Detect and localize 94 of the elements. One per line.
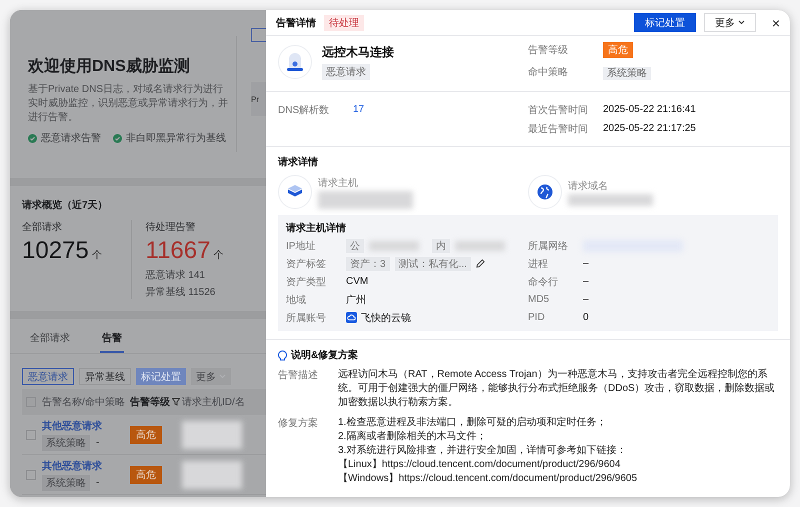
check-circle-icon (113, 134, 122, 142)
fix-step: 3.对系统进行风险排查，并进行安全加固，详情可参考如下链接： (338, 444, 778, 458)
field-value: – (583, 294, 590, 305)
tab[interactable]: 全部请求 (28, 327, 72, 353)
status-tag: 待处理 (324, 14, 364, 30)
partial-text: Pr (251, 94, 259, 104)
stat-unit: 个 (92, 249, 102, 262)
field-value: – (583, 276, 590, 287)
section-title: 请求详情 (278, 155, 319, 169)
ip-type-tag: 内 (432, 238, 450, 252)
welcome-description: 基于Private DNS日志，对域名请求行为进行实时威胁监控，识别恶意或异常请求行为，并进行告警。 (28, 83, 228, 125)
policy-tag: 系统策略 (603, 67, 651, 80)
field-label: 首次告警时间 (528, 104, 589, 116)
field-label: IP地址 (286, 240, 316, 252)
field-label: 资产类型 (286, 276, 327, 288)
close-button[interactable]: × (764, 16, 780, 30)
checkbox[interactable] (26, 430, 36, 440)
alert-name: 远控木马连接 (322, 44, 394, 60)
stat-unit: 个 (213, 249, 224, 262)
drawer-title: 告警详情 (276, 16, 316, 30)
redacted-block (455, 240, 505, 250)
siren-icon (287, 52, 303, 72)
redacted-block (369, 240, 419, 250)
stat-value: 11667 (146, 237, 210, 265)
alert-link[interactable]: 其他恶意请求 (42, 418, 130, 432)
field-value: 2025-05-22 21:16:41 (603, 104, 697, 115)
overview-title: 请求概览（近7天） (22, 198, 109, 212)
fix-step: 【Linux】https://cloud.tencent.com/document/product/296/9604 (338, 458, 778, 472)
field-label: PID (528, 312, 546, 323)
fix-step: 2.隔离或者删除相关的木马文件； (338, 430, 778, 444)
stat-breakdown: 异常基线 11526 (146, 286, 216, 299)
more-dropdown[interactable]: 更多 (704, 13, 756, 32)
pencil-icon[interactable] (476, 259, 485, 268)
field-label: 所属账号 (286, 312, 327, 324)
field-label: 所属网络 (528, 240, 569, 252)
field-value: 广州 (346, 294, 367, 306)
field-label: 请求主机 (318, 176, 358, 190)
field-label: 告警等级 (528, 44, 569, 57)
alert-description: 远程访问木马（RAT，Remote Access Trojan）为一种恶意木马，支持攻击者完全远程控制您的系统。可用于创建强大的僵尸网络，能够执行分布式拒绝服务（DDoS）攻击，窃取数据，删除数据或加密数据以执行勒索方案。 (338, 368, 776, 410)
stat-breakdown: 恶意请求 141 (146, 268, 206, 282)
alert-type-tag: 恶意请求 (322, 64, 370, 80)
checkbox[interactable] (26, 470, 36, 480)
panel-title: 请求主机详情 (286, 221, 347, 235)
tab[interactable]: 告警 (100, 327, 124, 353)
dns-count-link[interactable]: 17 (353, 104, 528, 115)
field-label: DNS解析数 (278, 104, 330, 116)
field-label: 请求域名 (568, 180, 608, 192)
field-value: 0 (583, 312, 590, 323)
column-header: 告警等级 (130, 395, 182, 409)
filter-button[interactable]: 异常基线 (79, 368, 131, 385)
field-label: 地域 (286, 294, 307, 306)
redacted-block (182, 420, 242, 448)
severity-tag: 高危 (130, 466, 162, 484)
redacted-block (182, 460, 242, 488)
caret-icon (738, 20, 745, 25)
column-header: 告警名称/命中策略 (42, 396, 126, 409)
check-circle-icon (28, 134, 37, 142)
field-label: MD5 (528, 294, 550, 305)
field-label: 命令行 (528, 276, 559, 288)
field-label: 命中策略 (528, 66, 569, 79)
stat-label: 待处理告警 (146, 220, 196, 234)
stat-value: 10275 (22, 237, 89, 265)
mark-button[interactable]: 标记处置 (634, 13, 696, 32)
asset-tag: 测试：私有化... (394, 256, 471, 270)
ip-type-tag: 公 (346, 238, 364, 252)
filter-button[interactable]: 恶意请求 (22, 368, 74, 385)
severity-tag: 高危 (603, 42, 633, 58)
alert-link[interactable]: 其他恶意请求 (42, 458, 130, 472)
field-label: 最近告警时间 (528, 122, 589, 136)
filter-icon[interactable] (172, 398, 180, 406)
asset-tag: 资产：3 (346, 256, 390, 270)
feature-label: 非白即黑异常行为基线 (126, 132, 226, 145)
fix-step: 1.检查恶意进程及非法端口，删除可疑的启动项和定时任务； (338, 416, 778, 430)
lightbulb-icon (278, 350, 287, 360)
account-name: 飞快的云镜 (361, 312, 411, 324)
field-value: – (583, 258, 590, 269)
field-value: CVM (346, 276, 370, 287)
welcome-title: 欢迎使用DNS威胁监测 (28, 56, 191, 77)
policy-tag: 系统策略 (42, 474, 90, 490)
cloud-icon (346, 312, 357, 323)
field-value: 2025-05-22 21:17:25 (603, 123, 697, 134)
fix-step: 【Windows】https://cloud.tencent.com/document/product/296/9605 (338, 472, 778, 486)
feature-label: 恶意请求告警 (41, 132, 101, 145)
policy-tag: 系统策略 (42, 434, 90, 450)
field-label: 进程 (528, 258, 549, 270)
field-label: 修复方案 (278, 416, 319, 430)
section-title: 说明&修复方案 (291, 348, 358, 362)
field-label: 告警描述 (278, 368, 319, 382)
severity-tag: 高危 (130, 426, 162, 444)
table-cell: - (96, 477, 100, 488)
field-label: 资产标签 (286, 258, 327, 270)
stat-label: 全部请求 (22, 220, 63, 234)
table-cell: - (96, 437, 100, 448)
column-header: 请求主机ID/名 (182, 396, 246, 409)
